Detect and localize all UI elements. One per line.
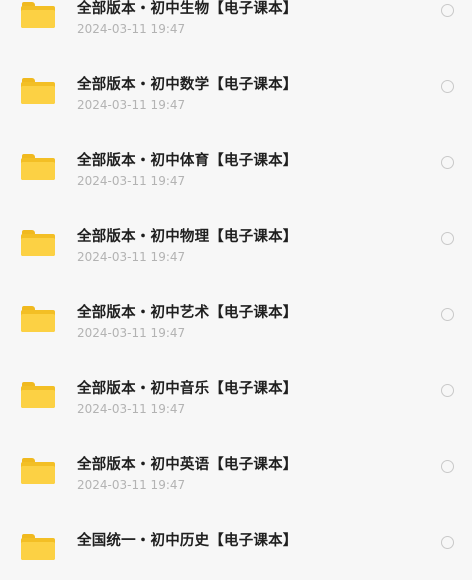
- file-name: 全部版本・初中生物【电子课本】: [77, 1, 298, 17]
- file-date: 2024-03-11 19:47: [77, 478, 186, 492]
- file-date: 2024-03-11 19:47: [77, 250, 186, 264]
- file-row[interactable]: 全部版本・初中艺术【电子课本】 2024-03-11 19:47: [0, 276, 472, 352]
- folder-icon: [21, 230, 55, 256]
- folder-icon: [21, 382, 55, 408]
- file-name: 全部版本・初中数学【电子课本】: [77, 77, 298, 93]
- folder-icon: [21, 78, 55, 104]
- file-list: 全部版本・初中生物【电子课本】 2024-03-11 19:47 全部版本・初中…: [0, 0, 472, 580]
- file-name: 全国统一・初中历史【电子课本】: [77, 533, 298, 549]
- file-name: 全部版本・初中英语【电子课本】: [77, 457, 298, 473]
- folder-icon: [21, 154, 55, 180]
- select-radio[interactable]: [441, 460, 454, 473]
- select-radio[interactable]: [441, 156, 454, 169]
- file-row[interactable]: 全部版本・初中英语【电子课本】 2024-03-11 19:47: [0, 428, 472, 504]
- select-radio[interactable]: [441, 4, 454, 17]
- file-date: 2024-03-11 19:47: [77, 22, 186, 36]
- file-row[interactable]: 全部版本・初中生物【电子课本】 2024-03-11 19:47: [0, 0, 472, 48]
- select-radio[interactable]: [441, 384, 454, 397]
- file-row[interactable]: 全国统一・初中历史【电子课本】: [0, 504, 472, 580]
- file-date: 2024-03-11 19:47: [77, 402, 186, 416]
- folder-icon: [21, 306, 55, 332]
- file-row[interactable]: 全部版本・初中体育【电子课本】 2024-03-11 19:47: [0, 124, 472, 200]
- select-radio[interactable]: [441, 308, 454, 321]
- file-date: 2024-03-11 19:47: [77, 174, 186, 188]
- select-radio[interactable]: [441, 80, 454, 93]
- file-date: 2024-03-11 19:47: [77, 98, 186, 112]
- file-row[interactable]: 全部版本・初中音乐【电子课本】 2024-03-11 19:47: [0, 352, 472, 428]
- select-radio[interactable]: [441, 232, 454, 245]
- file-date: 2024-03-11 19:47: [77, 326, 186, 340]
- file-name: 全部版本・初中音乐【电子课本】: [77, 381, 298, 397]
- folder-icon: [21, 458, 55, 484]
- file-row[interactable]: 全部版本・初中数学【电子课本】 2024-03-11 19:47: [0, 48, 472, 124]
- file-name: 全部版本・初中艺术【电子课本】: [77, 305, 298, 321]
- folder-icon: [21, 2, 55, 28]
- file-name: 全部版本・初中物理【电子课本】: [77, 229, 298, 245]
- folder-icon: [21, 534, 55, 560]
- file-row[interactable]: 全部版本・初中物理【电子课本】 2024-03-11 19:47: [0, 200, 472, 276]
- file-name: 全部版本・初中体育【电子课本】: [77, 153, 298, 169]
- select-radio[interactable]: [441, 536, 454, 549]
